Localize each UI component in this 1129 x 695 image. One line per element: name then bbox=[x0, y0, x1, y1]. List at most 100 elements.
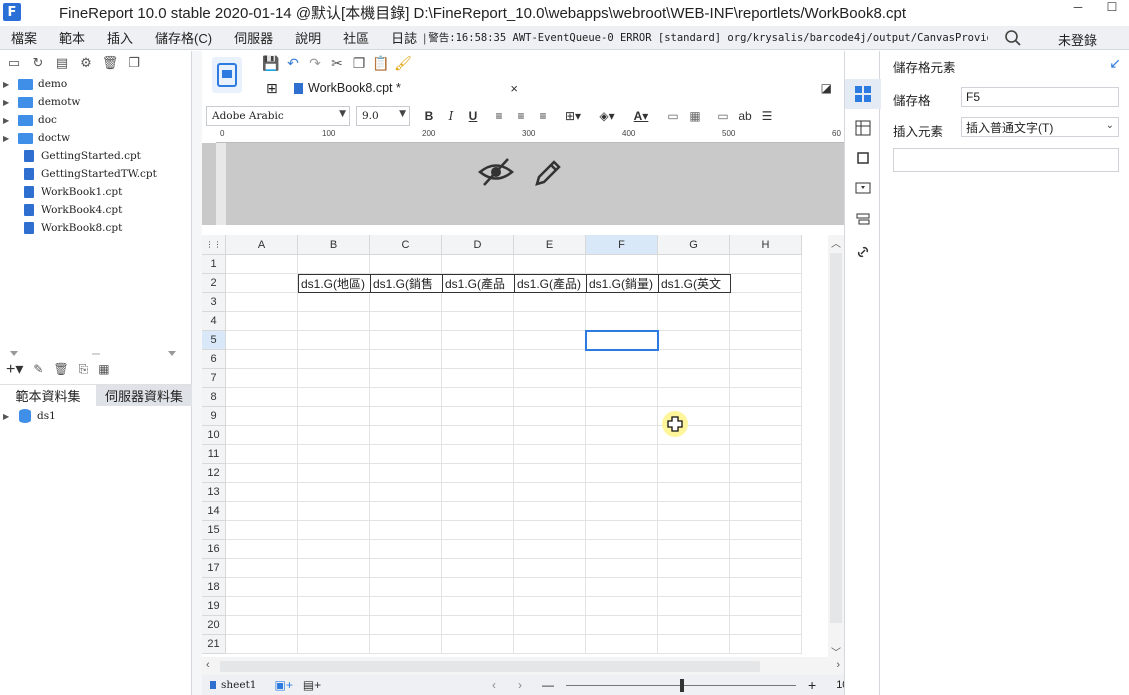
tab-server-datasets[interactable]: 伺服器資料集 bbox=[96, 385, 192, 406]
dataset-item-ds1[interactable]: ▶ ds1 bbox=[0, 407, 192, 425]
row-header-20[interactable]: 20 bbox=[202, 616, 226, 635]
scroll-up-icon[interactable]: ︿ bbox=[831, 235, 841, 250]
new-folder-icon[interactable]: ▭ bbox=[6, 55, 22, 71]
cell-f2[interactable]: ds1.G(銷量) bbox=[586, 274, 659, 293]
expand-arrow-icon[interactable]: ▶ bbox=[3, 134, 13, 143]
open-template-icon[interactable]: ▤ bbox=[54, 55, 70, 71]
vertical-scroll-thumb[interactable] bbox=[830, 253, 842, 623]
condition-attribute-icon[interactable] bbox=[854, 211, 872, 229]
bold-button[interactable]: B bbox=[418, 106, 440, 126]
menu-help[interactable]: 說明 bbox=[284, 28, 332, 47]
tab-workbook8[interactable]: WorkBook8.cpt * × bbox=[290, 77, 522, 101]
float-element-icon[interactable] bbox=[854, 149, 872, 167]
italic-button[interactable]: I bbox=[440, 106, 462, 126]
column-header-e[interactable]: E bbox=[514, 235, 586, 255]
settings-icon[interactable]: ⚙ bbox=[78, 55, 94, 71]
scroll-right-icon[interactable]: › bbox=[836, 659, 840, 671]
tree-file[interactable]: GettingStartedTW.cpt bbox=[0, 165, 191, 183]
refresh-icon[interactable]: ↻ bbox=[30, 55, 46, 71]
font-family-select[interactable]: Adobe Arabic ▼ bbox=[206, 106, 350, 126]
login-link[interactable]: 未登錄 bbox=[1058, 30, 1097, 49]
log-message[interactable]: 警告:16:58:35 AWT-EventQueue-0 ERROR [stan… bbox=[428, 30, 988, 45]
menu-server[interactable]: 伺服器 bbox=[223, 28, 284, 47]
tab-menu-icon[interactable]: ◪ bbox=[821, 81, 832, 95]
panel-splitter[interactable] bbox=[0, 348, 192, 358]
save-icon[interactable]: 💾 bbox=[260, 52, 282, 74]
line-style-icon[interactable]: ▭ bbox=[712, 106, 734, 126]
cell-attribute-icon[interactable] bbox=[854, 119, 872, 137]
cell-b2[interactable]: ds1.G(地區) bbox=[298, 274, 371, 293]
dataset-params-icon[interactable]: ▦ bbox=[98, 362, 109, 376]
menu-template[interactable]: 範本 bbox=[48, 28, 96, 47]
row-header-3[interactable]: 3 bbox=[202, 293, 226, 312]
font-size-select[interactable]: 9.0 ▼ bbox=[356, 106, 410, 126]
cut-icon[interactable]: ✂ bbox=[326, 52, 348, 74]
cell-element-tab[interactable] bbox=[845, 79, 881, 109]
vertical-scrollbar[interactable]: ︿ ﹀ bbox=[828, 235, 844, 659]
row-header-15[interactable]: 15 bbox=[202, 521, 226, 540]
cell-c2[interactable]: ds1.G(銷售 bbox=[370, 274, 443, 293]
merge-cells-icon[interactable]: ▭ bbox=[662, 106, 684, 126]
selected-cell[interactable] bbox=[585, 330, 659, 351]
zoom-slider-knob[interactable] bbox=[680, 678, 684, 692]
underline-button[interactable]: U bbox=[462, 106, 484, 126]
expand-arrow-icon[interactable]: ▶ bbox=[3, 98, 13, 107]
copy-icon[interactable]: ❐ bbox=[126, 55, 142, 71]
menu-cell[interactable]: 儲存格(C) bbox=[144, 28, 223, 47]
fill-color-icon[interactable]: ◈▾ bbox=[592, 106, 622, 126]
tree-folder-demo[interactable]: ▶ demo bbox=[0, 75, 191, 93]
row-header-1[interactable]: 1 bbox=[202, 255, 226, 274]
hide-eye-icon[interactable] bbox=[478, 157, 514, 187]
hyperlink-icon[interactable] bbox=[854, 243, 872, 261]
zoom-slider[interactable] bbox=[566, 678, 796, 692]
cell-content-textarea[interactable] bbox=[893, 148, 1119, 172]
tree-file[interactable]: WorkBook8.cpt bbox=[0, 219, 191, 237]
column-header-g[interactable]: G bbox=[658, 235, 730, 255]
horizontal-scroll-thumb[interactable] bbox=[220, 661, 760, 672]
row-header-2[interactable]: 2 bbox=[202, 274, 226, 293]
text-format-button[interactable]: ab bbox=[734, 106, 756, 126]
row-header-16[interactable]: 16 bbox=[202, 540, 226, 559]
add-report-sheet-icon[interactable]: ▣+ bbox=[274, 678, 292, 692]
cell-address-field[interactable]: F5 bbox=[961, 87, 1119, 107]
spreadsheet-grid[interactable]: ⋮⋮ A B C D E F G H 1 2 3 4 5 6 7 8 9 10 11 12 13 14 15 16 17 18 19 2… bbox=[202, 235, 844, 659]
row-header-9[interactable]: 9 bbox=[202, 407, 226, 426]
menu-file[interactable]: 檔案 bbox=[0, 28, 48, 47]
zoom-in-button[interactable]: + bbox=[808, 677, 816, 693]
minimize-button[interactable]: ─ bbox=[1061, 0, 1095, 22]
row-header-4[interactable]: 4 bbox=[202, 312, 226, 331]
unmerge-cells-icon[interactable]: ▦ bbox=[684, 106, 706, 126]
format-painter-icon[interactable]: 🖌 bbox=[392, 52, 414, 74]
tree-file[interactable]: WorkBook4.cpt bbox=[0, 201, 191, 219]
grid-view-icon[interactable]: ⊞ bbox=[266, 80, 278, 97]
edit-icon[interactable]: ✎ bbox=[33, 362, 43, 376]
row-header-19[interactable]: 19 bbox=[202, 597, 226, 616]
align-center-icon[interactable]: ≡ bbox=[510, 106, 532, 126]
paste-icon[interactable]: 📋 bbox=[370, 52, 392, 74]
delete-dataset-icon[interactable]: 🗑 bbox=[53, 362, 68, 376]
vertical-splitter[interactable] bbox=[192, 51, 202, 695]
copy-icon[interactable]: ❐ bbox=[348, 52, 370, 74]
row-header-13[interactable]: 13 bbox=[202, 483, 226, 502]
sheet-tab[interactable]: sheet1 bbox=[210, 679, 256, 691]
expand-arrow-icon[interactable]: ▶ bbox=[3, 412, 13, 421]
tree-folder-demotw[interactable]: ▶ demotw bbox=[0, 93, 191, 111]
undo-icon[interactable]: ↶ bbox=[282, 52, 304, 74]
pin-panel-icon[interactable]: ↙ bbox=[1109, 55, 1121, 72]
column-header-a[interactable]: A bbox=[226, 235, 298, 255]
menu-insert[interactable]: 插入 bbox=[96, 28, 144, 47]
row-header-17[interactable]: 17 bbox=[202, 559, 226, 578]
row-header-11[interactable]: 11 bbox=[202, 445, 226, 464]
expand-arrow-icon[interactable]: ▶ bbox=[3, 116, 13, 125]
font-color-icon[interactable]: A▾ bbox=[626, 106, 656, 126]
preview-icon[interactable]: ⎘ bbox=[79, 362, 89, 377]
row-header-14[interactable]: 14 bbox=[202, 502, 226, 521]
border-icon[interactable]: ⊞▾ bbox=[558, 106, 588, 126]
sheet-prev-icon[interactable]: ‹ bbox=[492, 678, 496, 692]
row-header-10[interactable]: 10 bbox=[202, 426, 226, 445]
zoom-out-button[interactable]: — bbox=[542, 678, 554, 692]
align-left-icon[interactable]: ≡ bbox=[488, 106, 510, 126]
cell-g2[interactable]: ds1.G(英文 bbox=[658, 274, 731, 293]
select-all-corner[interactable]: ⋮⋮ bbox=[202, 235, 226, 255]
column-header-b[interactable]: B bbox=[298, 235, 370, 255]
